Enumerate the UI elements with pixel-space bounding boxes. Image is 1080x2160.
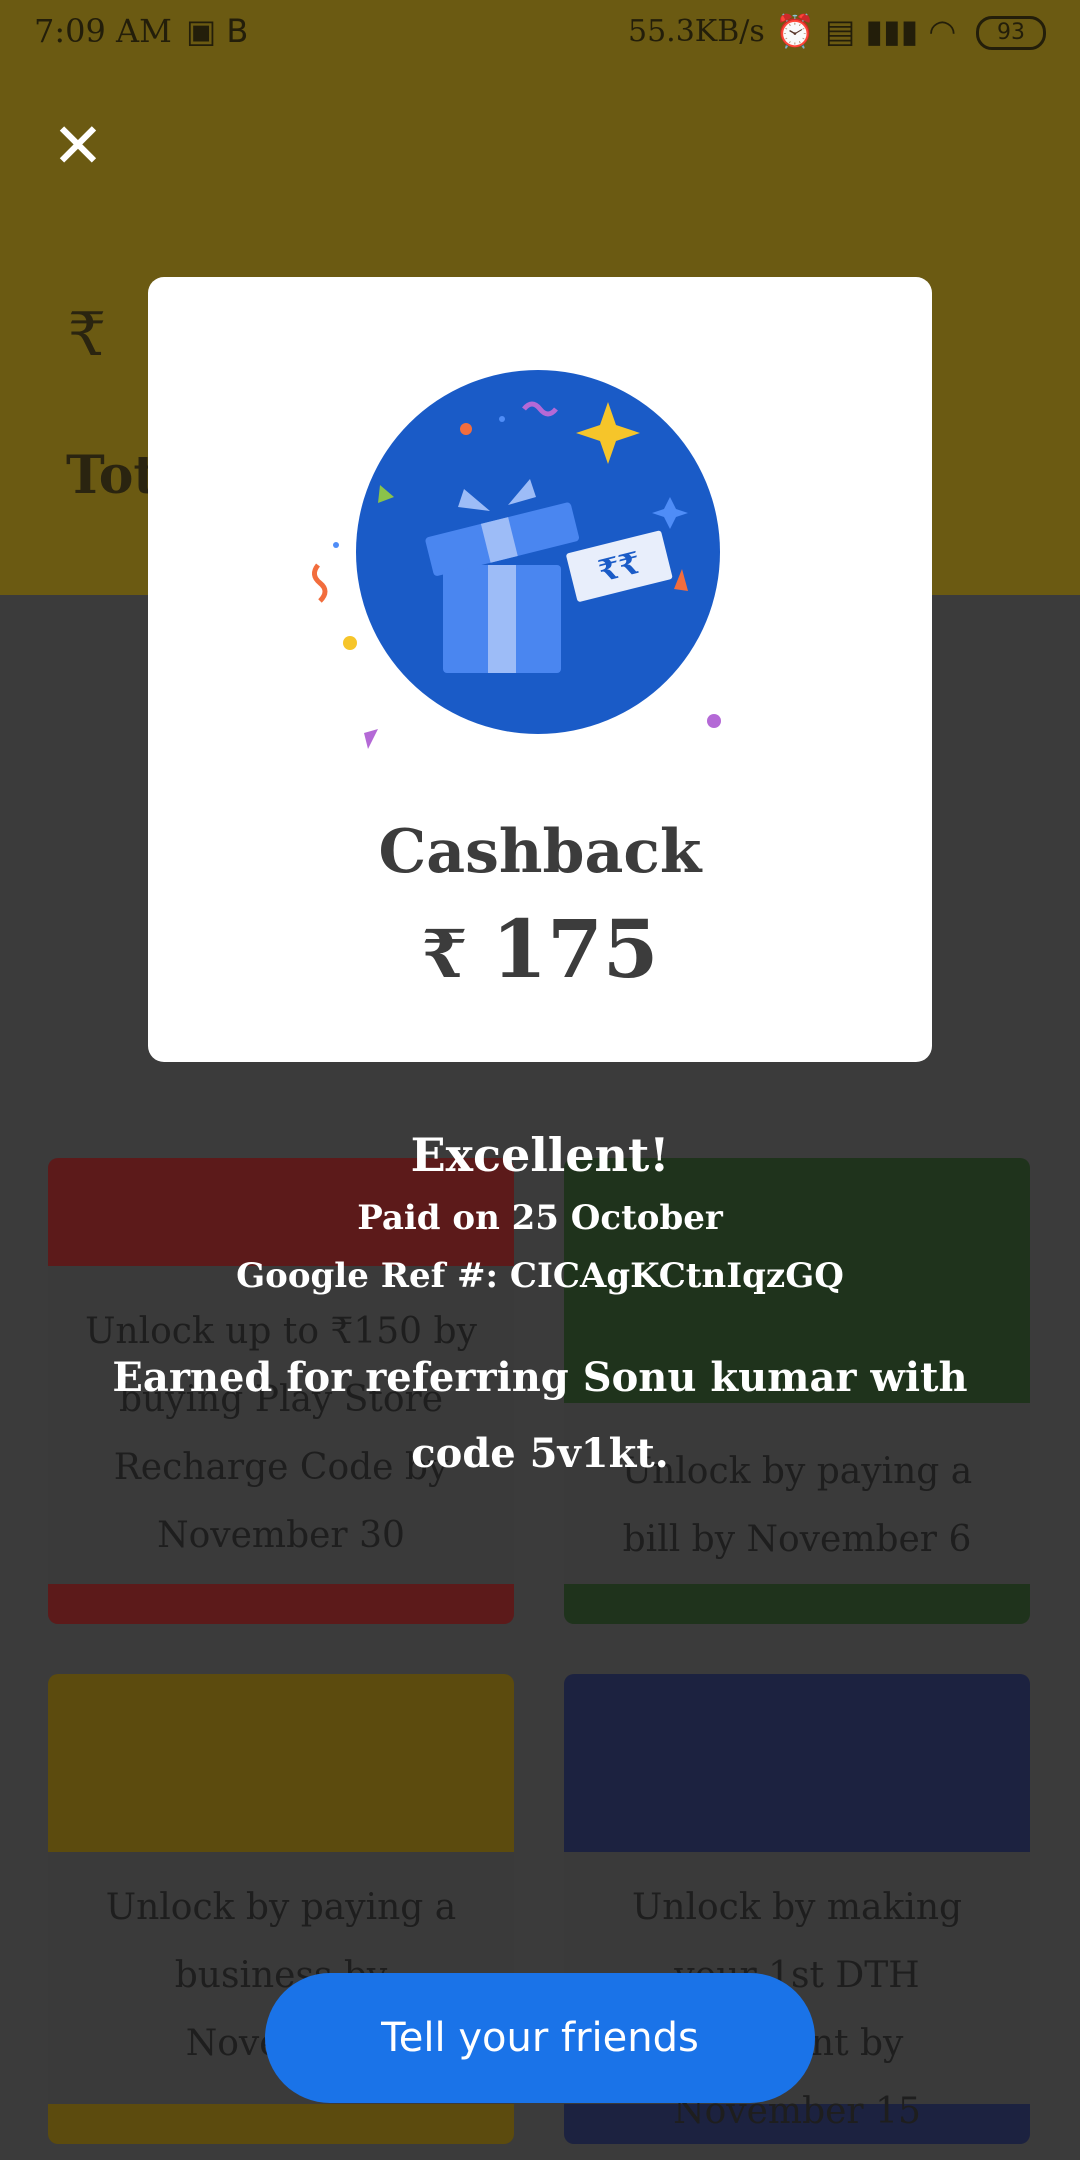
close-icon[interactable]: ✕ — [50, 115, 106, 177]
google-reference: Google Ref #: CICAgKCtnIqzGQ — [236, 1256, 844, 1296]
notification-icons: ▣ B — [186, 12, 249, 50]
confetti-squiggle — [312, 563, 328, 603]
referral-description: Earned for referring Sonu kumar with cod… — [112, 1354, 968, 1477]
confetti-dot — [499, 416, 505, 422]
background-rupee-symbol: ₹ — [68, 300, 107, 370]
confetti-dot — [333, 542, 339, 548]
battery-icon: 93 — [976, 16, 1046, 50]
gift-box-ribbon — [488, 565, 516, 673]
confetti-dot — [460, 423, 472, 435]
currency-symbol: ₹ — [421, 915, 468, 993]
cashback-card: ₹₹ Cashback ₹175 — [148, 277, 932, 1062]
paid-date: Paid on 25 October — [357, 1198, 723, 1238]
network-speed: 55.3KB/s — [628, 14, 765, 49]
cashback-amount: ₹175 — [148, 902, 932, 996]
confetti-dot — [707, 714, 721, 728]
excellent-heading: Excellent! — [410, 1128, 670, 1182]
tell-your-friends-button[interactable]: Tell your friends — [265, 1973, 815, 2103]
status-time: 7:09 AM — [34, 12, 172, 50]
system-status-icons: ⏰ ▤ ▮▮▮ ◠ — [775, 12, 957, 50]
confetti-dot — [343, 636, 357, 650]
confetti-triangle — [364, 729, 378, 749]
gift-illustration: ₹₹ — [312, 370, 721, 749]
status-bar: 7:09 AM ▣ B 55.3KB/s ⏰ ▤ ▮▮▮ ◠ 93 — [0, 0, 1080, 64]
cashback-value: 175 — [491, 902, 659, 996]
cashback-title: Cashback — [378, 817, 702, 887]
